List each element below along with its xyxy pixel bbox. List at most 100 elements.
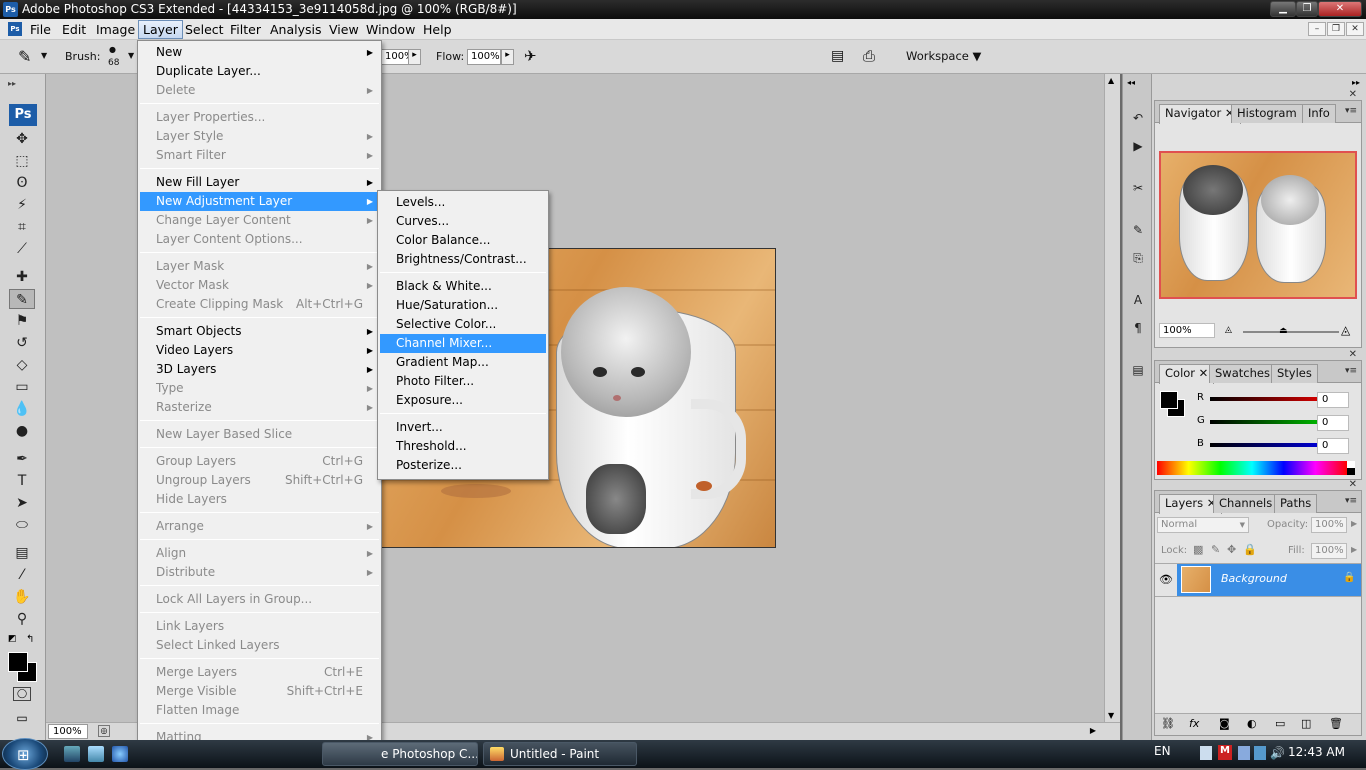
menu-help[interactable]: Help	[419, 21, 456, 38]
brush-dropdown-icon[interactable]: ▼	[128, 51, 134, 60]
eyedropper-tool-icon[interactable]: ⁄	[9, 565, 35, 585]
black-white-swatch[interactable]	[1347, 461, 1355, 475]
color-menu-icon[interactable]: ▾≡	[1345, 366, 1357, 376]
clone-stamp-tool-icon[interactable]: ⚑	[9, 311, 35, 331]
minimize-button[interactable]: ▁	[1270, 1, 1296, 17]
brush-tool-icon[interactable]: ✎	[9, 289, 35, 309]
shape-tool-icon[interactable]: ⬭	[9, 515, 35, 535]
blur-tool-icon[interactable]: 💧	[9, 399, 35, 419]
tab-color[interactable]: Color ✕	[1159, 364, 1215, 384]
navigator-panel-close-icon[interactable]: ✕	[1349, 89, 1357, 100]
move-tool-icon[interactable]: ✥	[9, 129, 35, 149]
notes-tool-icon[interactable]: ▤	[9, 543, 35, 563]
tab-paths[interactable]: Paths	[1274, 494, 1318, 513]
navigator-menu-icon[interactable]: ▾≡	[1345, 106, 1357, 116]
brush-tool-preset-icon[interactable]: ✎	[18, 47, 31, 66]
status-info-icon[interactable]: ◎	[98, 725, 110, 737]
default-colors-icon[interactable]: ◩	[8, 634, 17, 644]
dodge-tool-icon[interactable]: ●	[9, 421, 35, 441]
layer-menu-item-smart-objects[interactable]: Smart Objects ▶	[140, 322, 379, 341]
menu-analysis[interactable]: Analysis	[266, 21, 326, 38]
toolbox-logo[interactable]: Ps	[9, 104, 37, 126]
crop-tool-icon[interactable]: ⌗	[9, 217, 35, 237]
bridge-icon[interactable]: ⎙	[863, 47, 875, 65]
layer-menu-item-new-adjustment-layer[interactable]: New Adjustment Layer ▶	[140, 192, 379, 211]
magic-wand-tool-icon[interactable]: ⚡	[9, 195, 35, 215]
brush-tip-icon[interactable]: ●	[109, 45, 116, 54]
adjustment-item-photo-filter[interactable]: Photo Filter...	[380, 372, 546, 391]
opacity-field[interactable]: 100%	[381, 49, 414, 65]
zoom-tool-icon[interactable]: ⚲	[9, 609, 35, 629]
dock-expand-icon[interactable]: ◂◂	[1127, 78, 1135, 87]
lock-position-icon[interactable]: ✥	[1227, 543, 1236, 556]
network-icon[interactable]	[1238, 746, 1250, 760]
channel-r-slider[interactable]	[1210, 397, 1326, 401]
clone-source-icon[interactable]: ⎘	[1127, 248, 1149, 268]
adjustment-item-brightness-contrast[interactable]: Brightness/Contrast...	[380, 250, 546, 269]
zoom-out-icon[interactable]: ◬	[1225, 325, 1232, 335]
layer-row[interactable]: 👁 Background 🔒	[1155, 563, 1361, 597]
menu-view[interactable]: View	[325, 21, 363, 38]
layer-menu-item-new-fill-layer[interactable]: New Fill Layer ▶	[140, 173, 379, 192]
toolbox-collapse-icon[interactable]: ▸▸	[8, 79, 16, 88]
actions-panel-icon[interactable]: ▶	[1127, 136, 1149, 156]
navigator-zoom-slider[interactable]	[1243, 331, 1339, 333]
maximize-button[interactable]: ❐	[1296, 1, 1318, 17]
layer-name[interactable]: Background	[1221, 572, 1287, 585]
slice-tool-icon[interactable]: ⟋	[9, 239, 35, 259]
doc-minimize-button[interactable]: –	[1308, 22, 1326, 36]
layer-fill-field[interactable]: 100%	[1311, 543, 1347, 559]
eraser-tool-icon[interactable]: ◇	[9, 355, 35, 375]
flow-field[interactable]: 100%	[467, 49, 501, 65]
channel-b-slider[interactable]	[1210, 443, 1326, 447]
zoom-in-icon[interactable]: ◬	[1341, 323, 1350, 337]
start-button[interactable]: ⊞	[2, 738, 48, 770]
airbrush-icon[interactable]: ✈	[524, 47, 537, 65]
layer-menu-item-video-layers[interactable]: Video Layers ▶	[140, 341, 379, 360]
delete-layer-icon[interactable]: 🗑	[1329, 717, 1343, 730]
adjustment-item-threshold[interactable]: Threshold...	[380, 437, 546, 456]
clock[interactable]: 12:43 AM	[1288, 745, 1345, 759]
tab-styles[interactable]: Styles	[1271, 364, 1318, 383]
adjustment-item-invert[interactable]: Invert...	[380, 418, 546, 437]
lock-transparent-icon[interactable]: ▩	[1193, 543, 1203, 556]
channel-g-field[interactable]: 0	[1317, 415, 1349, 431]
adjustment-item-curves[interactable]: Curves...	[380, 212, 546, 231]
layer-opacity-field[interactable]: 100%	[1311, 517, 1347, 533]
foreground-color-swatch[interactable]	[8, 652, 28, 672]
quick-mask-icon[interactable]: ◯	[13, 687, 31, 701]
adjustment-layer-icon[interactable]: ◐	[1247, 717, 1257, 730]
opacity-arrow-icon[interactable]: ▸	[408, 49, 421, 65]
history-brush-tool-icon[interactable]: ↺	[9, 333, 35, 353]
history-panel-icon[interactable]: ↶	[1127, 108, 1149, 128]
layer-comps-icon[interactable]: ▤	[1127, 360, 1149, 380]
scroll-down-icon[interactable]: ▼	[1108, 711, 1114, 720]
scroll-up-icon[interactable]: ▲	[1108, 76, 1114, 85]
layer-menu-item-3d-layers[interactable]: 3D Layers ▶	[140, 360, 379, 379]
language-indicator[interactable]: EN	[1154, 744, 1171, 758]
navigator-thumbnail[interactable]	[1159, 151, 1357, 299]
menu-select[interactable]: Select	[181, 21, 228, 38]
adjustment-item-color-balance[interactable]: Color Balance...	[380, 231, 546, 250]
layer-style-icon[interactable]: fx	[1189, 717, 1199, 730]
show-desktop-icon[interactable]	[64, 746, 80, 762]
adjustment-item-hue-saturation[interactable]: Hue/Saturation...	[380, 296, 546, 315]
panels-collapse-icon[interactable]: ▸▸	[1352, 78, 1360, 87]
layer-menu-item-new[interactable]: New ▶	[140, 43, 379, 62]
lasso-tool-icon[interactable]: ʘ	[9, 173, 35, 193]
adjustment-item-channel-mixer[interactable]: Channel Mixer...	[380, 334, 546, 353]
screen-mode-icon[interactable]: ▭	[13, 711, 31, 725]
adjustment-item-black-white[interactable]: Black & White...	[380, 277, 546, 296]
menu-window[interactable]: Window	[362, 21, 419, 38]
menu-image[interactable]: Image	[92, 21, 139, 38]
menu-layer[interactable]: Layer	[138, 20, 183, 39]
color-fg-swatch[interactable]	[1160, 391, 1178, 409]
layers-menu-icon[interactable]: ▾≡	[1345, 496, 1357, 506]
blend-mode-select[interactable]: Normal ▼	[1157, 517, 1249, 533]
zoom-field[interactable]: 100%	[48, 724, 88, 739]
adjustment-item-selective-color[interactable]: Selective Color...	[380, 315, 546, 334]
menu-filter[interactable]: Filter	[226, 21, 265, 38]
pen-tool-icon[interactable]: ✒	[9, 449, 35, 469]
new-layer-icon[interactable]: ◫	[1301, 717, 1311, 730]
path-selection-tool-icon[interactable]: ➤	[9, 493, 35, 513]
